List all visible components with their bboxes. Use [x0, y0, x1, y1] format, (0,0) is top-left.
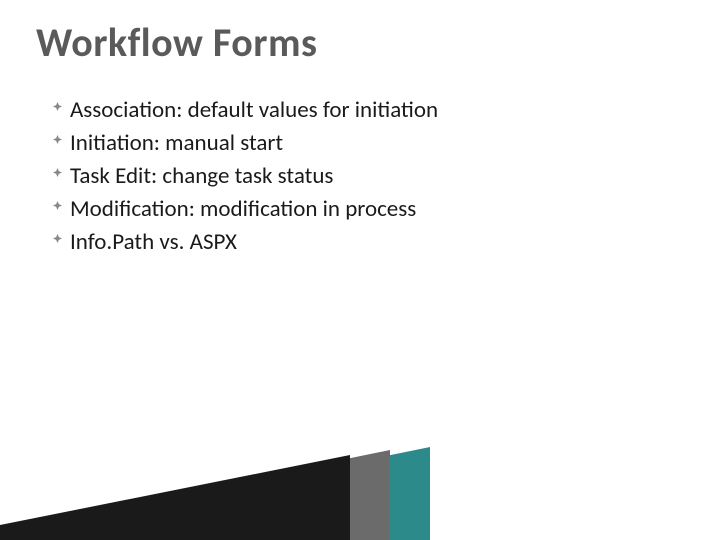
bullet-icon: [52, 200, 62, 210]
list-item: Association: default values for initiati…: [52, 95, 684, 126]
bullet-icon: [52, 167, 62, 177]
bullet-icon: [52, 134, 62, 144]
list-item-text: Modification: modification in process: [70, 195, 416, 223]
list-item-text: Info.Path vs. ASPX: [70, 228, 237, 256]
bullet-icon: [52, 233, 62, 243]
list-item-text: Task Edit: change task status: [70, 162, 333, 190]
decorative-triangles: [0, 400, 720, 540]
list-item-text: Association: default values for initiati…: [70, 96, 438, 124]
list-item: Info.Path vs. ASPX: [52, 227, 684, 258]
list-item: Modification: modification in process: [52, 194, 684, 225]
slide: Workflow Forms Association: default valu…: [0, 0, 720, 540]
bullet-list: Association: default values for initiati…: [36, 95, 684, 258]
list-item: Initiation: manual start: [52, 128, 684, 159]
bullet-icon: [52, 101, 62, 111]
slide-title: Workflow Forms: [36, 18, 684, 67]
list-item-text: Initiation: manual start: [70, 129, 283, 157]
list-item: Task Edit: change task status: [52, 161, 684, 192]
